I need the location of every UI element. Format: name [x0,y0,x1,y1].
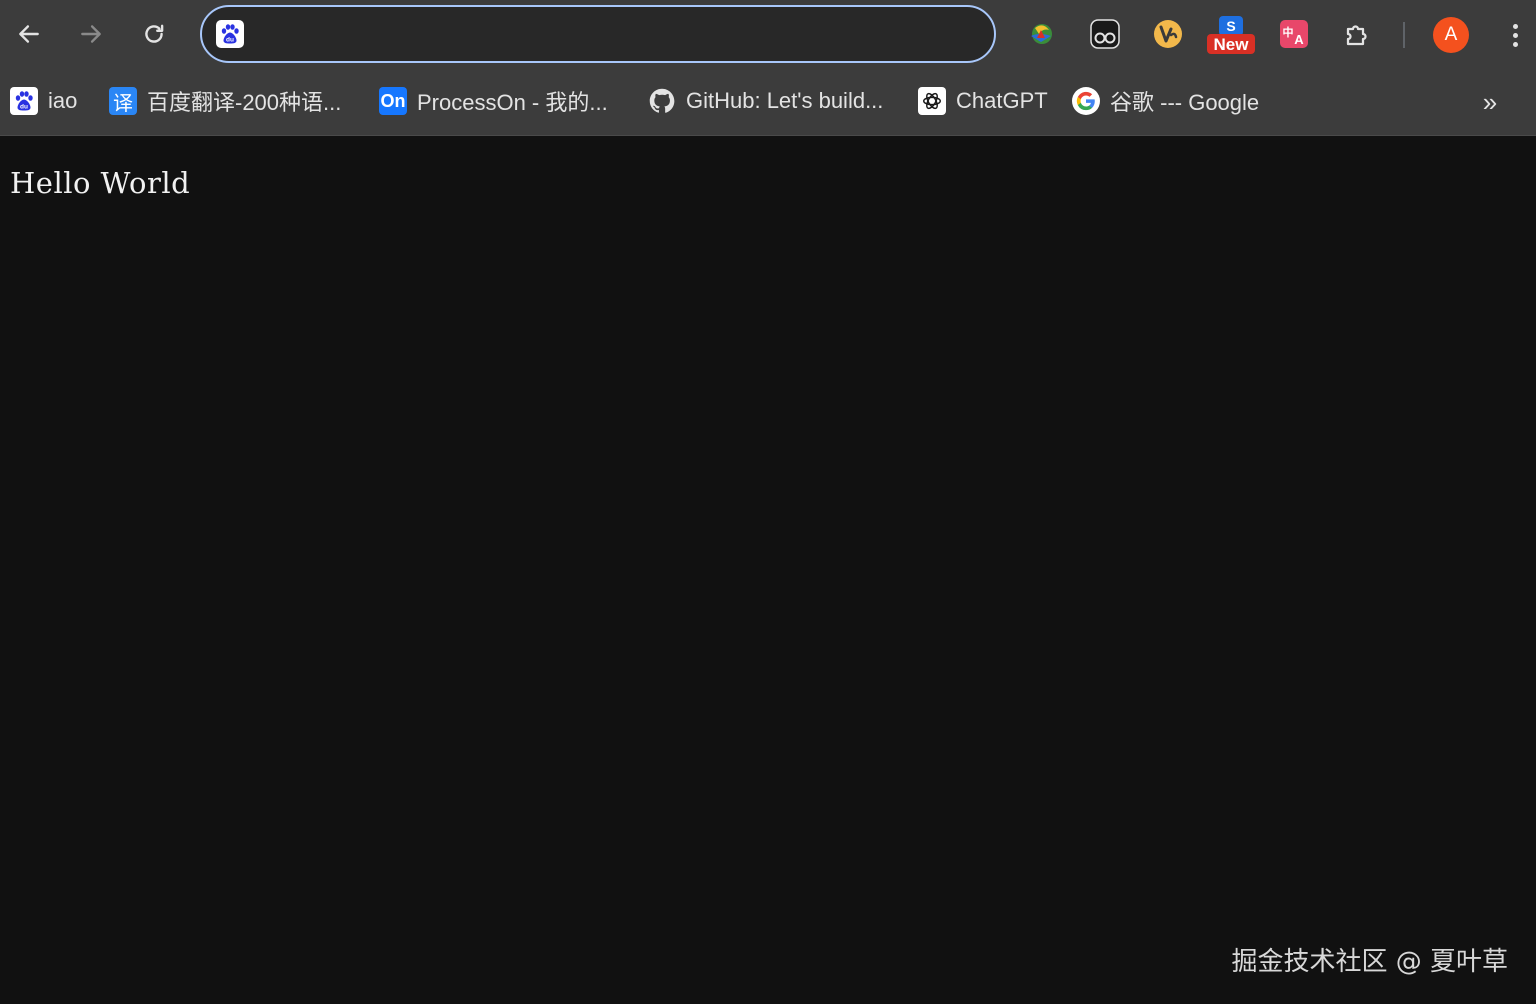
bookmarks-bar: du iao 译 百度翻译-200种语... On ProcessOn - 我的… [0,78,1536,124]
toolbar: du S New 中 A A [0,0,1536,70]
bookmark-label: ChatGPT [956,88,1048,113]
chatgpt-icon [918,87,946,115]
address-bar[interactable]: du [200,5,996,63]
svg-text:S: S [1226,18,1235,34]
processon-icon: On [379,87,407,115]
forward-button[interactable] [71,14,111,54]
browser-chrome: du S New 中 A A du iao 译 百度翻译-200种语... On… [0,0,1536,136]
watermark: 掘金技术社区 @ 夏叶草 [1231,947,1508,977]
tampermonkey-icon[interactable] [1087,16,1123,52]
profile-avatar[interactable]: A [1433,17,1469,53]
bookmark-label: GitHub: Let's build... [686,88,884,113]
toolbar-divider [1403,22,1405,48]
bookmarks-overflow-button[interactable]: » [1474,86,1506,118]
bookmark-label: iao [48,88,78,113]
bookmark-chatgpt[interactable]: ChatGPT [918,83,1048,119]
vue-devtools-icon[interactable] [1150,16,1186,52]
arrow-right-icon [81,25,101,43]
bookmark-google[interactable]: 谷歌 --- Google [1072,83,1259,119]
bookmark-processon[interactable]: On ProcessOn - 我的... [379,83,608,119]
more-vert-icon[interactable] [1497,16,1533,54]
arrow-left-icon [19,25,39,43]
bookmark-baidu-translate[interactable]: 译 百度翻译-200种语... [109,83,341,119]
bookmark-github[interactable]: GitHub: Let's build... [648,83,883,119]
back-button[interactable] [9,14,49,54]
download-manager-icon[interactable] [1023,16,1059,52]
bookmark-label: ProcessOn - 我的... [417,90,608,115]
svg-text:A: A [1294,32,1304,47]
reload-icon [145,24,164,43]
svg-text:du: du [20,104,28,111]
baidu-translate-icon: 译 [109,87,137,115]
svg-text:du: du [226,37,234,44]
google-icon [1072,87,1100,115]
translate-extension-icon[interactable]: 中 A [1276,16,1312,52]
bookmark-label: 谷歌 --- Google [1110,90,1260,115]
omnibox-input[interactable] [256,21,974,47]
page-content: Hello World 掘金技术社区 @ 夏叶草 [0,136,1536,1004]
bookmark-iao[interactable]: du iao [10,83,77,119]
github-icon [648,87,676,115]
svg-text:中: 中 [1283,25,1294,39]
baidu-paw-icon: du [216,20,244,48]
hello-world-text: Hello World [10,166,191,200]
reload-button[interactable] [134,14,174,54]
new-badge-extension-icon[interactable]: S New [1207,14,1255,56]
bookmark-label: 百度翻译-200种语... [147,90,342,115]
new-badge-label: New [1214,35,1250,54]
puzzle-extensions-icon[interactable] [1340,16,1376,52]
baidu-paw-icon: du [10,87,38,115]
